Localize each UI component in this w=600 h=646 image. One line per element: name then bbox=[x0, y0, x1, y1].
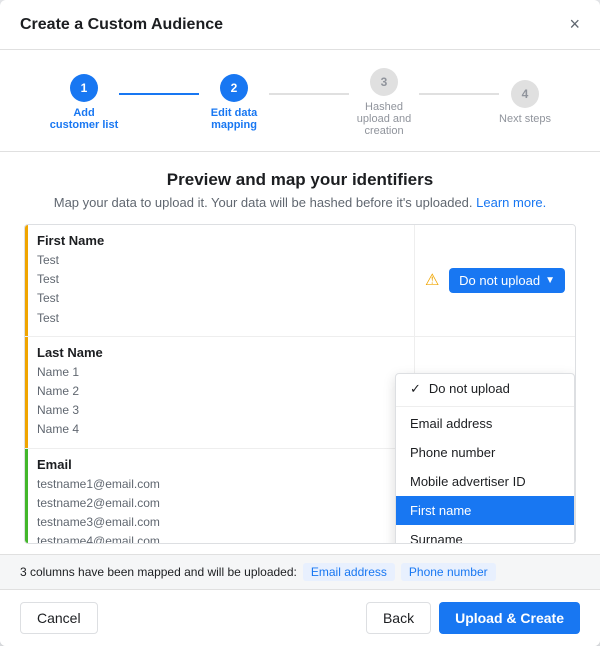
dropdown-item-surname[interactable]: Surname bbox=[396, 525, 574, 544]
steps-bar: 1 Add customer list 2 Edit data mapping … bbox=[0, 50, 600, 152]
learn-more-link[interactable]: Learn more. bbox=[476, 195, 546, 210]
step-4: 4 Next steps bbox=[499, 80, 551, 125]
preview-subtitle: Map your data to upload it. Your data wi… bbox=[24, 195, 576, 210]
data-cell-lastname: Last Name Name 1Name 2Name 3Name 4 bbox=[25, 337, 415, 448]
mapped-text: 3 columns have been mapped and will be u… bbox=[20, 565, 297, 579]
dropdown-arrow: ▼ bbox=[545, 275, 555, 286]
badge-phone: Phone number bbox=[401, 563, 496, 581]
step-4-label: Next steps bbox=[499, 113, 551, 125]
col-values-lastname: Name 1Name 2Name 3Name 4 bbox=[37, 363, 402, 440]
step-1-circle: 1 bbox=[70, 74, 98, 102]
step-2-circle: 2 bbox=[220, 74, 248, 102]
mapping-cell-lastname: ⚠ Do not upload ▼ Do not upload Email ad… bbox=[415, 337, 575, 448]
modal-title: Create a Custom Audience bbox=[20, 16, 223, 34]
back-button[interactable]: Back bbox=[366, 602, 431, 634]
step-1-label: Add customer list bbox=[49, 107, 119, 131]
badge-email: Email address bbox=[303, 563, 395, 581]
dropdown-item-phone[interactable]: Phone number bbox=[396, 438, 574, 467]
table-row: First Name TestTestTestTest ⚠ Do not upl… bbox=[25, 225, 575, 337]
data-cell-firstname: First Name TestTestTestTest bbox=[25, 225, 415, 336]
col-header-firstname: First Name bbox=[37, 233, 402, 248]
modal-container: Create a Custom Audience × 1 Add custome… bbox=[0, 0, 600, 646]
step-3-label: Hashed upload and creation bbox=[349, 101, 419, 137]
col-header-email: Email bbox=[37, 457, 402, 472]
cancel-button[interactable]: Cancel bbox=[20, 602, 98, 634]
connector-3-4 bbox=[419, 93, 499, 95]
content-area: Preview and map your identifiers Map you… bbox=[0, 152, 600, 554]
col-header-lastname: Last Name bbox=[37, 345, 402, 360]
step-3-circle: 3 bbox=[370, 68, 398, 96]
upload-create-button[interactable]: Upload & Create bbox=[439, 602, 580, 634]
modal-header: Create a Custom Audience × bbox=[0, 0, 600, 50]
step-4-circle: 4 bbox=[511, 80, 539, 108]
action-buttons: Back Upload & Create bbox=[366, 602, 580, 634]
dropdown-item-email[interactable]: Email address bbox=[396, 409, 574, 438]
col-values-firstname: TestTestTestTest bbox=[37, 251, 402, 328]
data-cell-email: Email testname1@email.comtestname2@email… bbox=[25, 449, 415, 545]
warning-icon: ⚠ bbox=[425, 270, 439, 290]
mapped-columns-bar: 3 columns have been mapped and will be u… bbox=[0, 554, 600, 589]
dropdown-item-do-not-upload[interactable]: Do not upload bbox=[396, 374, 574, 404]
dropdown-label: Do not upload bbox=[459, 273, 540, 288]
mapping-dropdown-firstname[interactable]: Do not upload ▼ bbox=[449, 268, 565, 293]
step-3: 3 Hashed upload and creation bbox=[349, 68, 419, 137]
dropdown-item-mobile-id[interactable]: Mobile advertiser ID bbox=[396, 467, 574, 496]
table-row: Last Name Name 1Name 2Name 3Name 4 ⚠ Do … bbox=[25, 337, 575, 449]
preview-title: Preview and map your identifiers bbox=[24, 170, 576, 190]
mapping-cell-firstname: ⚠ Do not upload ▼ bbox=[415, 225, 575, 336]
data-table: First Name TestTestTestTest ⚠ Do not upl… bbox=[24, 224, 576, 544]
step-1: 1 Add customer list bbox=[49, 74, 119, 131]
dropdown-divider bbox=[396, 406, 574, 407]
connector-2-3 bbox=[269, 93, 349, 95]
dropdown-item-firstname[interactable]: First name bbox=[396, 496, 574, 525]
connector-1-2 bbox=[119, 93, 199, 95]
close-button[interactable]: × bbox=[569, 14, 580, 35]
dropdown-menu: Do not upload Email address Phone number… bbox=[395, 373, 575, 544]
step-2: 2 Edit data mapping bbox=[199, 74, 269, 131]
col-values-email: testname1@email.comtestname2@email.comte… bbox=[37, 475, 402, 545]
step-2-label: Edit data mapping bbox=[199, 107, 269, 131]
